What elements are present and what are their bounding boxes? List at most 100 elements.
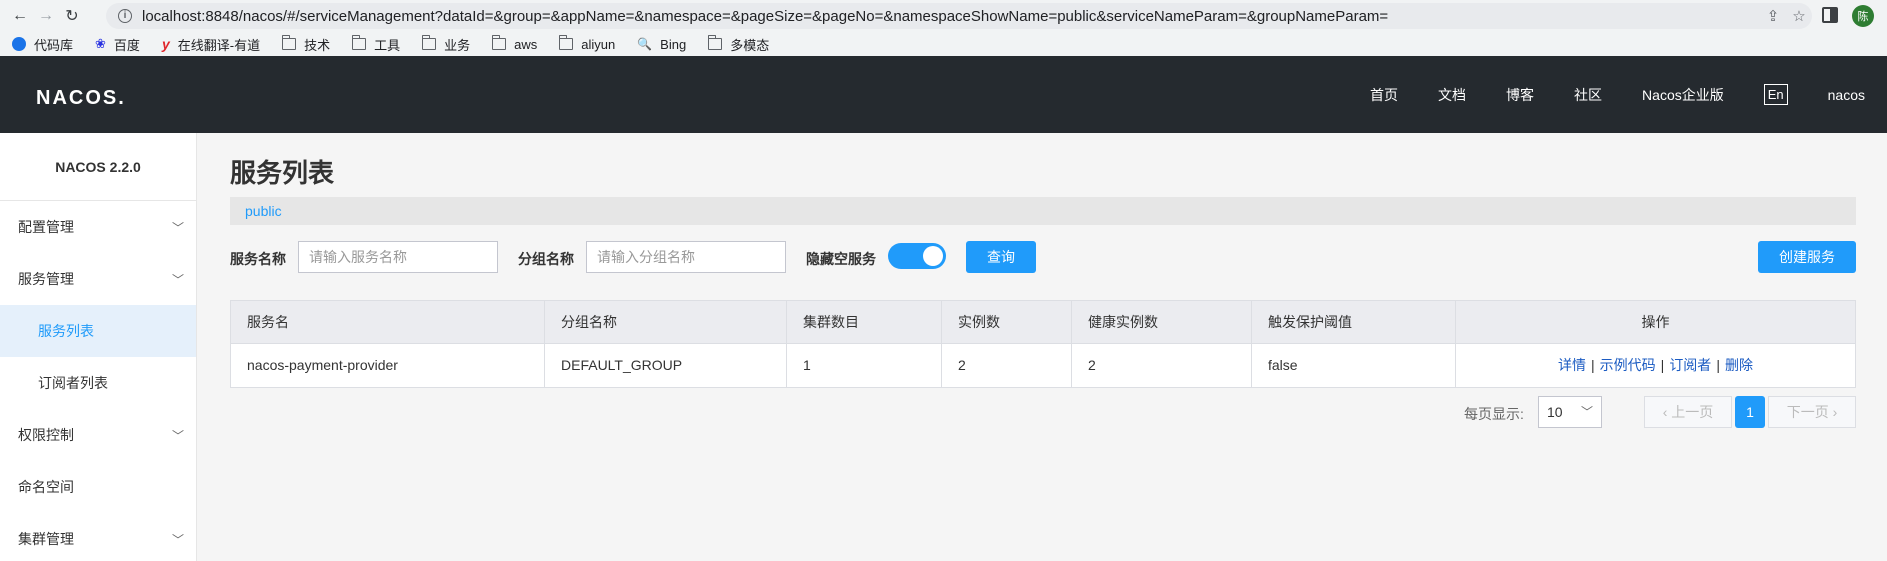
cluster-count-cell: 1 bbox=[787, 344, 942, 387]
column-header: 触发保护阈值 bbox=[1252, 300, 1456, 344]
table-header: 服务名 分组名称 集群数目 实例数 健康实例数 触发保护阈值 操作 bbox=[231, 300, 1855, 344]
namespace-public[interactable]: public bbox=[245, 203, 282, 219]
bookmark-youdao[interactable]: y 在线翻译-有道 bbox=[162, 35, 260, 54]
group-name-cell: DEFAULT_GROUP bbox=[545, 344, 787, 387]
healthy-instance-cell: 2 bbox=[1072, 344, 1252, 387]
top-navigation: NACOS. 首页 文档 博客 社区 Nacos企业版 En nacos bbox=[0, 56, 1887, 133]
bookmark-codebase[interactable]: 代码库 bbox=[12, 35, 73, 54]
nav-docs[interactable]: 文档 bbox=[1438, 85, 1466, 105]
group-name-input[interactable]: 请输入分组名称 bbox=[586, 241, 786, 273]
version-label: NACOS 2.2.0 bbox=[0, 133, 196, 201]
folder-icon bbox=[351, 35, 367, 50]
search-icon: 🔍 bbox=[637, 37, 653, 51]
folder-icon bbox=[491, 35, 507, 50]
service-name-label: 服务名称 bbox=[230, 251, 286, 267]
pagination: 每页显示: 10 ﹀ ‹ 上一页 1 下一页 › bbox=[230, 396, 1856, 428]
nav-community[interactable]: 社区 bbox=[1574, 85, 1602, 105]
sidebar-item-subscribers[interactable]: 订阅者列表 bbox=[0, 357, 196, 409]
sidebar: NACOS 2.2.0 配置管理 ﹀ 服务管理 ﹀ 服务列表 订阅者列表 权限控制 ﹀… bbox=[0, 133, 197, 561]
sidebar-item-access-control[interactable]: 权限控制 ﹀ bbox=[0, 409, 196, 461]
service-table: 服务名 分组名称 集群数目 实例数 健康实例数 触发保护阈值 操作 nacos-… bbox=[230, 300, 1856, 388]
separator: | bbox=[1716, 357, 1720, 373]
column-header: 操作 bbox=[1641, 313, 1670, 330]
column-header: 实例数 bbox=[942, 300, 1072, 344]
instance-count-cell: 2 bbox=[942, 344, 1072, 387]
column-header: 分组名称 bbox=[545, 300, 787, 344]
table-row: nacos-payment-provider DEFAULT_GROUP 1 2… bbox=[231, 344, 1855, 387]
page-number-current[interactable]: 1 bbox=[1735, 396, 1765, 428]
youdao-icon: y bbox=[161, 36, 170, 52]
sidebar-item-config[interactable]: 配置管理 ﹀ bbox=[0, 201, 196, 253]
sidebar-item-service-list[interactable]: 服务列表 bbox=[0, 305, 196, 357]
reload-icon[interactable]: ↻ bbox=[60, 4, 84, 28]
chevron-down-icon: ﹀ bbox=[171, 220, 184, 235]
subscribers-link[interactable]: 订阅者 bbox=[1669, 357, 1711, 373]
chevron-down-icon: ﹀ bbox=[171, 532, 184, 547]
bookmark-tools[interactable]: 工具 bbox=[351, 35, 400, 54]
page-size-label: 每页显示: bbox=[1464, 406, 1524, 422]
bookmark-tech[interactable]: 技术 bbox=[281, 35, 330, 54]
bookmarks-bar: 代码库 ❀ 百度 y 在线翻译-有道 技术 工具 业务 aws aliyun 🔍 Bi… bbox=[0, 32, 1887, 56]
language-switch[interactable]: En bbox=[1763, 84, 1788, 105]
operations-cell: 详情 | 示例代码 | 订阅者 | 删除 bbox=[1456, 344, 1855, 387]
profile-avatar[interactable]: 陈 bbox=[1852, 5, 1874, 27]
protect-threshold-cell: false bbox=[1252, 344, 1456, 387]
column-header: 集群数目 bbox=[787, 300, 942, 344]
bookmark-business[interactable]: 业务 bbox=[421, 35, 470, 54]
browser-toolbar: ← → ↻ i localhost:8848/nacos/#/serviceMa… bbox=[0, 0, 1887, 32]
nacos-logo[interactable]: NACOS. bbox=[36, 87, 126, 110]
group-name-label: 分组名称 bbox=[518, 251, 574, 267]
folder-icon bbox=[421, 35, 437, 50]
hide-empty-toggle[interactable] bbox=[888, 243, 946, 269]
url-text[interactable]: localhost:8848/nacos/#/serviceManagement… bbox=[142, 8, 1760, 25]
separator: | bbox=[1660, 357, 1665, 373]
folder-icon bbox=[281, 35, 297, 50]
filter-row: 服务名称 请输入服务名称 分组名称 请输入分组名称 隐藏空服务 查询 创建服务 bbox=[230, 241, 1856, 273]
nav-items: 首页 文档 博客 社区 Nacos企业版 En nacos bbox=[1330, 56, 1865, 133]
namespace-bar: public bbox=[230, 197, 1856, 225]
page-title: 服务列表 bbox=[230, 158, 335, 188]
bookmark-aliyun[interactable]: aliyun bbox=[558, 35, 615, 52]
query-button[interactable]: 查询 bbox=[966, 241, 1036, 273]
nav-enterprise[interactable]: Nacos企业版 bbox=[1642, 85, 1724, 105]
prev-page-button[interactable]: ‹ 上一页 bbox=[1644, 396, 1732, 428]
chevron-up-icon: ﹀ bbox=[171, 272, 184, 287]
site-info-icon[interactable]: i bbox=[118, 9, 132, 23]
sample-code-link[interactable]: 示例代码 bbox=[1600, 357, 1656, 373]
column-header: 服务名 bbox=[231, 300, 545, 344]
separator: | bbox=[1591, 357, 1595, 373]
baidu-paw-icon: ❀ bbox=[95, 36, 106, 51]
service-name-input[interactable]: 请输入服务名称 bbox=[298, 241, 498, 273]
share-icon[interactable]: ⇪ bbox=[1760, 7, 1786, 25]
chevron-down-icon: ﹀ bbox=[171, 428, 184, 443]
details-link[interactable]: 详情 bbox=[1558, 357, 1586, 373]
side-panel-icon[interactable] bbox=[1822, 7, 1838, 23]
chevron-left-icon: ‹ bbox=[1662, 404, 1672, 420]
address-bar[interactable]: i localhost:8848/nacos/#/serviceManageme… bbox=[106, 3, 1812, 29]
bookmark-star-icon[interactable]: ☆ bbox=[1786, 7, 1812, 25]
codebase-icon bbox=[12, 37, 26, 51]
sidebar-item-service-mgmt[interactable]: 服务管理 ﹀ bbox=[0, 253, 196, 305]
forward-arrow-icon[interactable]: → bbox=[34, 4, 58, 28]
hide-empty-label: 隐藏空服务 bbox=[806, 251, 876, 267]
bookmark-multimodal[interactable]: 多模态 bbox=[707, 35, 769, 54]
chevron-down-icon: ﹀ bbox=[1580, 405, 1593, 419]
chevron-right-icon: › bbox=[1828, 404, 1838, 420]
sidebar-item-namespace[interactable]: 命名空间 bbox=[0, 461, 196, 513]
user-menu[interactable]: nacos bbox=[1828, 87, 1865, 103]
sidebar-item-cluster[interactable]: 集群管理 ﹀ bbox=[0, 513, 196, 561]
create-service-button[interactable]: 创建服务 bbox=[1758, 241, 1856, 273]
service-name-cell: nacos-payment-provider bbox=[231, 344, 545, 387]
folder-icon bbox=[707, 35, 723, 50]
folder-icon bbox=[558, 35, 574, 50]
back-arrow-icon[interactable]: ← bbox=[8, 4, 32, 28]
page-size-select[interactable]: 10 ﹀ bbox=[1538, 396, 1602, 428]
next-page-button[interactable]: 下一页 › bbox=[1768, 396, 1856, 428]
bookmark-baidu[interactable]: ❀ 百度 bbox=[95, 35, 140, 54]
delete-link[interactable]: 删除 bbox=[1725, 357, 1753, 373]
column-header: 健康实例数 bbox=[1072, 300, 1252, 344]
nav-blog[interactable]: 博客 bbox=[1506, 85, 1534, 105]
bookmark-aws[interactable]: aws bbox=[491, 35, 537, 52]
nav-home[interactable]: 首页 bbox=[1370, 85, 1398, 105]
bookmark-bing[interactable]: 🔍 Bing bbox=[637, 37, 686, 52]
